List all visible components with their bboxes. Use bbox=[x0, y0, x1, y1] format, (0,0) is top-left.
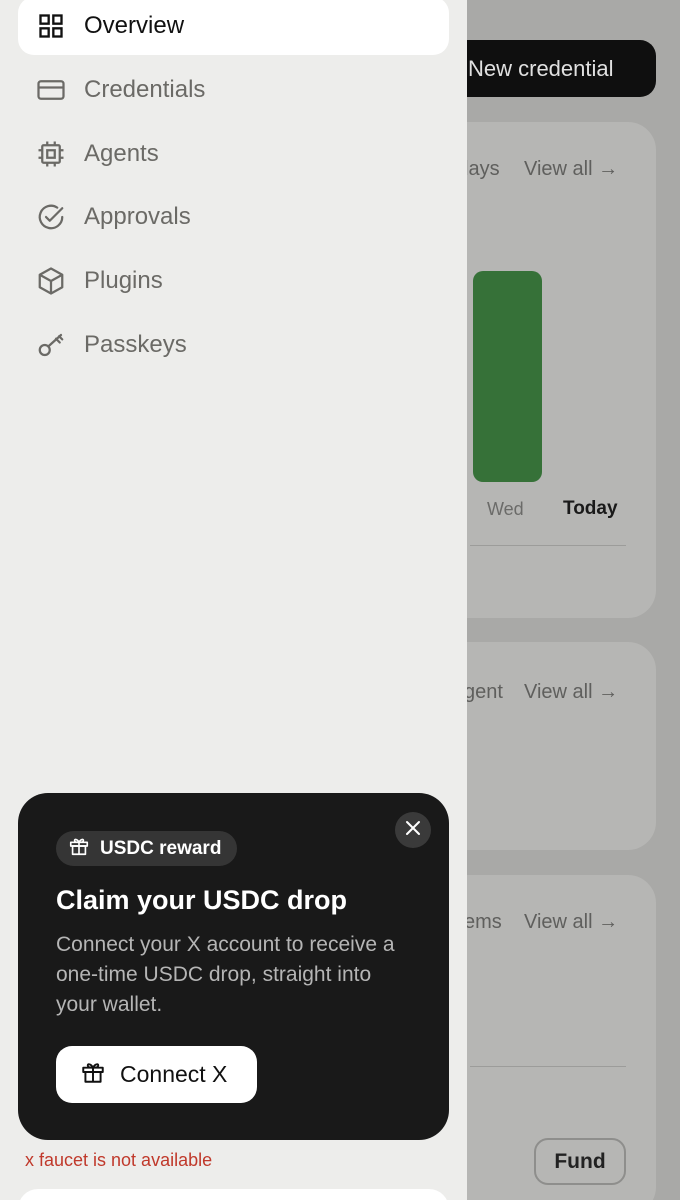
sidebar-item-approvals[interactable]: Approvals bbox=[18, 188, 449, 246]
key-icon bbox=[36, 330, 66, 360]
activity-card bbox=[436, 122, 656, 618]
connect-x-label: Connect X bbox=[120, 1061, 228, 1087]
fund-label: Fund bbox=[554, 1149, 606, 1173]
sidebar-item-label: Plugins bbox=[84, 267, 163, 294]
chip-icon bbox=[36, 139, 66, 169]
close-button[interactable] bbox=[395, 812, 431, 848]
card-divider bbox=[470, 1066, 626, 1067]
sidebar-item-label: Overview bbox=[84, 12, 185, 39]
close-icon bbox=[405, 820, 421, 841]
activity-view-all-link[interactable]: View all → bbox=[524, 158, 618, 181]
cube-icon bbox=[36, 266, 66, 296]
new-credential-label: New credential bbox=[468, 55, 614, 81]
sidebar-item-plugins[interactable]: Plugins bbox=[18, 252, 449, 310]
fund-button[interactable]: Fund bbox=[534, 1138, 626, 1185]
connect-x-button[interactable]: Connect X bbox=[56, 1046, 257, 1103]
faucet-error-message: x faucet is not available bbox=[25, 1150, 213, 1170]
gift-icon bbox=[80, 1059, 106, 1090]
chart-bar-wed bbox=[473, 271, 542, 482]
card-divider bbox=[470, 545, 626, 546]
new-credential-button[interactable]: New credential bbox=[436, 40, 656, 97]
promo-title: Claim your USDC drop bbox=[56, 885, 348, 915]
sidebar-item-passkeys[interactable]: Passkeys bbox=[18, 316, 449, 374]
check-circle-icon bbox=[36, 202, 66, 232]
usdc-promo-card: USDC reward Claim your USDC drop Connect… bbox=[18, 793, 449, 1140]
agents-card-header: gent bbox=[464, 681, 503, 703]
sidebar-item-credentials[interactable]: Credentials bbox=[18, 61, 449, 119]
sidebar-item-label: Agents bbox=[84, 140, 159, 167]
sidebar-item-agents[interactable]: Agents bbox=[18, 125, 449, 183]
items-view-all-link[interactable]: View all → bbox=[524, 911, 618, 934]
sidebar-item-label: Credentials bbox=[84, 76, 206, 103]
chart-today-label: Today bbox=[563, 498, 618, 519]
sidebar-item-label: Approvals bbox=[84, 203, 191, 230]
card-icon bbox=[36, 75, 66, 105]
grid-icon bbox=[36, 11, 66, 41]
gift-icon bbox=[68, 835, 90, 862]
promo-description: Connect your X account to receive a one-… bbox=[56, 933, 395, 1016]
reward-badge: USDC reward bbox=[56, 831, 238, 866]
items-card-header: ems bbox=[464, 911, 502, 933]
agents-card bbox=[436, 642, 656, 850]
agents-view-all-link[interactable]: View all → bbox=[524, 681, 618, 704]
sidebar-drawer: Overview Credentials Agents Approvals Pl… bbox=[0, 0, 467, 1200]
sidebar-bottom-card[interactable] bbox=[18, 1189, 449, 1200]
sidebar-item-overview[interactable]: Overview bbox=[18, 0, 449, 55]
sidebar-item-label: Passkeys bbox=[84, 331, 187, 358]
activity-card-header: lays bbox=[464, 158, 500, 180]
reward-badge-label: USDC reward bbox=[100, 837, 222, 859]
chart-day-label: Wed bbox=[487, 499, 524, 519]
